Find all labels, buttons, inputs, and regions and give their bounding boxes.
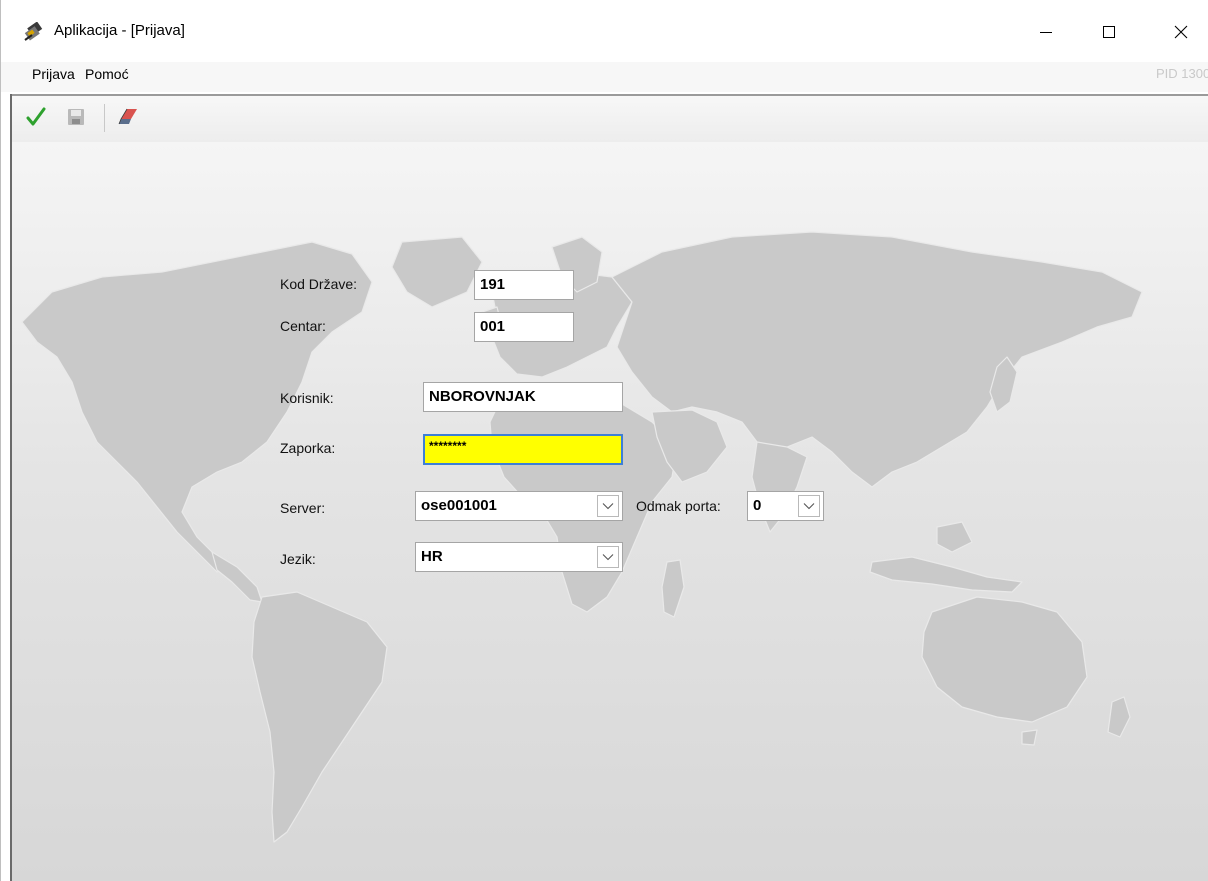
server-dropdown-button[interactable] bbox=[597, 495, 619, 517]
toolbar bbox=[12, 96, 1208, 142]
close-icon bbox=[1174, 25, 1188, 39]
odmak-porta-value: 0 bbox=[753, 497, 762, 514]
minimize-icon bbox=[1040, 32, 1052, 33]
kod-drzave-label: Kod Države: bbox=[280, 276, 358, 292]
korisnik-label: Korisnik: bbox=[280, 390, 334, 406]
chevron-down-icon bbox=[602, 554, 614, 561]
confirm-button[interactable] bbox=[23, 104, 49, 130]
application-window: Aplikacija - [Prijava] Prijava Pomoć PID… bbox=[0, 0, 1208, 881]
zaporka-label: Zaporka: bbox=[280, 440, 336, 456]
server-select[interactable]: ose001001 bbox=[415, 491, 623, 521]
menu-item-prijava[interactable]: Prijava bbox=[30, 66, 77, 82]
clear-button[interactable] bbox=[115, 104, 141, 130]
check-icon bbox=[26, 107, 46, 126]
centar-input[interactable]: 001 bbox=[474, 312, 574, 342]
jezik-value: HR bbox=[421, 548, 443, 565]
odmak-porta-dropdown-button[interactable] bbox=[798, 495, 820, 517]
odmak-porta-label: Odmak porta: bbox=[636, 498, 721, 514]
centar-label: Centar: bbox=[280, 318, 326, 334]
chevron-down-icon bbox=[602, 503, 614, 510]
zaporka-value: ******** bbox=[429, 439, 467, 453]
close-button[interactable] bbox=[1159, 16, 1203, 48]
pid-label: PID 13008 bbox=[1156, 66, 1208, 81]
maximize-icon bbox=[1103, 26, 1115, 38]
chevron-down-icon bbox=[803, 503, 815, 510]
menu-bar bbox=[1, 62, 1208, 92]
kod-drzave-value: 191 bbox=[480, 276, 506, 293]
window-title: Aplikacija - [Prijava] bbox=[54, 22, 185, 39]
maximize-button[interactable] bbox=[1087, 16, 1131, 48]
zaporka-input[interactable]: ******** bbox=[423, 434, 623, 465]
centar-value: 001 bbox=[480, 318, 506, 335]
app-icon bbox=[23, 21, 45, 42]
server-value: ose001001 bbox=[421, 497, 497, 514]
korisnik-input[interactable]: NBOROVNJAK bbox=[423, 382, 623, 412]
jezik-label: Jezik: bbox=[280, 551, 316, 567]
menu-item-pomoc[interactable]: Pomoć bbox=[83, 66, 131, 82]
save-icon bbox=[68, 109, 84, 125]
kod-drzave-input[interactable]: 191 bbox=[474, 270, 574, 300]
jezik-select[interactable]: HR bbox=[415, 542, 623, 572]
korisnik-value: NBOROVNJAK bbox=[429, 388, 536, 405]
odmak-porta-select[interactable]: 0 bbox=[747, 491, 824, 521]
server-label: Server: bbox=[280, 500, 326, 516]
save-button[interactable] bbox=[63, 104, 89, 130]
toolbar-separator bbox=[104, 104, 105, 132]
eraser-icon bbox=[118, 108, 137, 125]
minimize-button[interactable] bbox=[1024, 16, 1068, 48]
jezik-dropdown-button[interactable] bbox=[597, 546, 619, 568]
